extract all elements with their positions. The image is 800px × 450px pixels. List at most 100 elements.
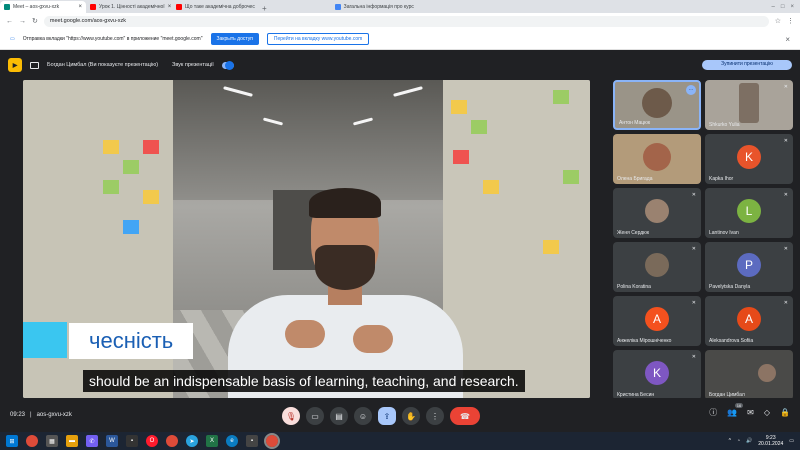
network-icon[interactable]: ◔	[737, 438, 740, 444]
app-icon[interactable]: ▪	[246, 435, 258, 447]
back-icon[interactable]: ←	[6, 18, 13, 25]
address-row: ← → ↻ meet.google.com/aos-gxvu-xzk ☆ ⋮	[0, 13, 800, 29]
avatar: A	[645, 306, 669, 331]
new-tab-button[interactable]: +	[258, 4, 271, 13]
os-taskbar: ⊞ ▦ ▬ ✆ W ▪ O ➤ X e ▪ ^ ◔ 🔊 9:23 20.01.2…	[0, 432, 800, 450]
volume-icon[interactable]: 🔊	[746, 438, 752, 444]
activities-icon[interactable]: ◇	[764, 408, 770, 417]
mic-off-button[interactable]: 🎙	[282, 407, 300, 425]
edge-icon[interactable]: e	[226, 435, 238, 447]
presenter-label: Богдан Цимбал (Ви показуєте презентацію)	[47, 62, 159, 68]
participants-count: 16	[734, 403, 744, 408]
clock[interactable]: 9:23 20.01.2024	[758, 435, 783, 447]
page-favicon-icon	[334, 4, 341, 10]
notifications-icon[interactable]: ▭	[789, 438, 794, 444]
people-icon[interactable]: 👥 16	[727, 403, 744, 417]
captions-button[interactable]: ▤	[330, 407, 348, 425]
camera-button[interactable]: ▭	[306, 407, 324, 425]
mic-off-icon: ✕	[783, 192, 788, 198]
mic-off-icon: ✕	[691, 192, 696, 198]
chevron-up-icon[interactable]: ^	[729, 438, 731, 444]
excel-icon[interactable]: X	[206, 435, 218, 447]
participant-tile[interactable]: ✕ Shkurko Yulia	[705, 80, 793, 130]
telegram-icon[interactable]: ➤	[186, 435, 198, 447]
participant-tile[interactable]: L ✕ Lantinov Ivan	[705, 188, 793, 238]
mic-off-icon: ✕	[691, 246, 696, 252]
participant-name: Антон Мацюк	[619, 120, 651, 126]
participant-tile[interactable]: ✕ Женя Сердюк	[613, 188, 701, 238]
present-button[interactable]: ⇪	[378, 407, 396, 425]
participant-video	[739, 82, 759, 123]
task-view-icon[interactable]: ▦	[46, 435, 58, 447]
viber-icon[interactable]: ✆	[86, 435, 98, 447]
meeting-code: aos-gxvu-xzk	[36, 412, 72, 418]
star-icon[interactable]: ☆	[775, 17, 781, 25]
forward-icon[interactable]: →	[19, 18, 26, 25]
participant-tile[interactable]: P ✕ Pavelytska Danyla	[705, 242, 793, 292]
windows-start-icon[interactable]: ⊞	[6, 435, 18, 447]
window-controls: – □ ×	[772, 1, 800, 13]
maximize-icon[interactable]: □	[781, 4, 785, 10]
chrome-icon[interactable]	[26, 435, 38, 447]
participant-tile[interactable]: ✕ Polina Koratina	[613, 242, 701, 292]
participant-tile[interactable]: Богдан Цимбал	[705, 350, 793, 400]
app-icon[interactable]: ▪	[126, 435, 138, 447]
tab-youtube-1[interactable]: Урок 1. Цінності академічної ×	[86, 1, 172, 13]
participant-name: Олена Бригада	[617, 176, 653, 182]
chrome-icon[interactable]	[166, 435, 178, 447]
tab-meet[interactable]: Meet – aos-gxvu-xzk ×	[0, 1, 86, 13]
close-icon[interactable]: ×	[168, 4, 172, 10]
participant-tile[interactable]: ⋯ Антон Мацюк	[613, 80, 701, 130]
tab-youtube-2[interactable]: Що таке академічна доброчес ×	[172, 1, 258, 13]
reload-icon[interactable]: ↻	[32, 17, 38, 25]
participant-name: Polina Koratina	[617, 284, 651, 290]
participant-name: Женя Сердюк	[617, 230, 650, 236]
tab-sharing-notice: ▭ Отправка вкладки "https://www.youtube.…	[0, 29, 800, 50]
close-notice-icon[interactable]: ×	[785, 35, 790, 44]
notice-text: Отправка вкладки "https://www.youtube.co…	[22, 36, 203, 42]
close-window-icon[interactable]: ×	[790, 4, 794, 10]
screen: Meet – aos-gxvu-xzk × Урок 1. Цінності а…	[0, 0, 800, 450]
call-controls: 🎙 ▭ ▤ ☺ ⇪ ✋ ⋮ ☎	[282, 407, 480, 425]
more-options-icon[interactable]: ⋯	[686, 85, 696, 95]
participant-tile[interactable]: Олена Бригада	[613, 134, 701, 184]
opera-icon[interactable]: O	[146, 435, 158, 447]
meet-favicon-icon	[4, 4, 10, 10]
tab-course[interactable]: Загальна інформація про курс	[331, 1, 441, 13]
presentation-icon	[30, 61, 39, 69]
switch-tab-button[interactable]: Перейти на вкладку www.youtube.com	[266, 33, 370, 45]
minimize-icon[interactable]: –	[772, 4, 775, 10]
presentation-audio-toggle[interactable]	[221, 60, 234, 70]
stop-sharing-button[interactable]: Закрыть доступ	[210, 33, 259, 45]
speaker-hand	[353, 325, 393, 353]
address-bar[interactable]: meet.google.com/aos-gxvu-xzk	[43, 15, 769, 27]
stop-presenting-button[interactable]: Зупинити презентацію	[702, 60, 792, 70]
chat-icon[interactable]: ✉	[747, 408, 754, 417]
file-explorer-icon[interactable]: ▬	[66, 435, 78, 447]
mic-off-icon: ✕	[691, 354, 696, 360]
participant-video	[643, 142, 671, 171]
participant-tile[interactable]: A ✕ Анжеліка Мірошніченко	[613, 296, 701, 346]
close-icon[interactable]: ×	[78, 4, 82, 10]
participant-tile[interactable]: A ✕ Aleksandrova Sofiia	[705, 296, 793, 346]
participant-tile[interactable]: K ✕ Кристина Бесин	[613, 350, 701, 400]
participant-tile[interactable]: K ✕ Kapka Ihor	[705, 134, 793, 184]
speaker-hair	[309, 188, 381, 218]
share-tab-icon: ▭	[10, 36, 15, 42]
mic-off-icon: ✕	[783, 246, 788, 252]
raise-hand-button[interactable]: ✋	[402, 407, 420, 425]
leave-call-button[interactable]: ☎	[450, 407, 480, 425]
menu-icon[interactable]: ⋮	[787, 17, 794, 25]
avatar	[645, 252, 669, 277]
participant-name: Shkurko Yulia	[709, 122, 740, 128]
avatar: P	[737, 252, 761, 277]
url-text: meet.google.com/aos-gxvu-xzk	[49, 18, 126, 24]
emoji-button[interactable]: ☺	[354, 407, 372, 425]
lock-icon[interactable]: 🔒	[780, 408, 790, 417]
word-icon[interactable]: W	[106, 435, 118, 447]
chrome-active-icon[interactable]	[264, 433, 280, 449]
participant-grid: ⋯ Антон Мацюк ✕ Shkurko Yulia Олена Бриг…	[613, 80, 795, 400]
meet-top-bar: ▶ Богдан Цимбал (Ви показуєте презентаці…	[0, 50, 800, 80]
more-options-button[interactable]: ⋮	[426, 407, 444, 425]
info-icon[interactable]: ⓘ	[709, 407, 717, 418]
